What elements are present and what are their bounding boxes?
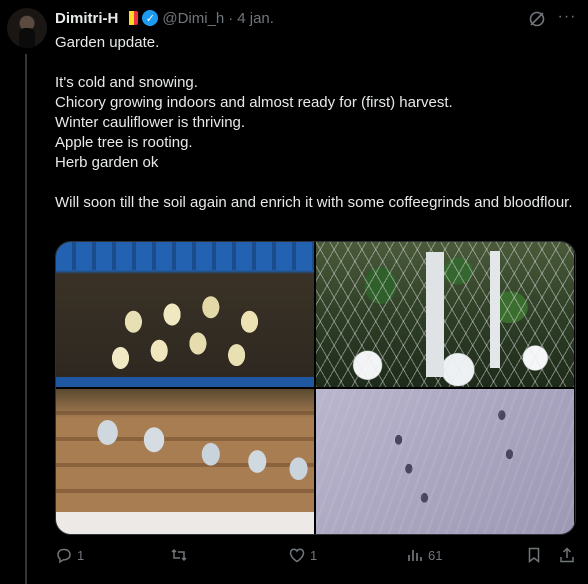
like-count: 1	[310, 547, 318, 563]
text-line: Apple tree is rooting.	[55, 134, 193, 151]
text-line: Garden update.	[55, 34, 160, 51]
like-button[interactable]: 1	[288, 543, 317, 567]
avatar[interactable]	[7, 8, 47, 48]
share-icon	[558, 546, 576, 564]
text-line: Winter cauliflower is thriving.	[55, 114, 246, 131]
heart-icon	[288, 546, 306, 564]
more-options-icon[interactable]: ···	[557, 8, 577, 28]
reply-button[interactable]: 1	[55, 543, 84, 567]
action-bar: 1 1 61	[55, 543, 580, 567]
share-button[interactable]	[558, 543, 576, 567]
photo-cauliflower-netting[interactable]	[316, 242, 574, 387]
media-grid	[55, 241, 576, 535]
views-chart-icon	[406, 546, 424, 564]
reply-count: 1	[77, 547, 85, 563]
verified-badge-icon[interactable]: ✓	[142, 10, 159, 26]
author-name[interactable]: Dimitri-H	[55, 10, 118, 27]
post-header: Dimitri-H ✓ @Dimi_h · 4 jan.	[55, 8, 274, 28]
grok-icon[interactable]	[528, 10, 546, 28]
text-line: It's cold and snowing.	[55, 74, 198, 91]
photo-herb-garden-pallet[interactable]	[56, 389, 314, 534]
repost-button[interactable]	[170, 543, 192, 567]
text-line: Chicory growing indoors and almost ready…	[55, 94, 453, 111]
text-line: Will soon till the soil again and enrich…	[55, 194, 573, 211]
author-handle[interactable]: @Dimi_h	[162, 10, 224, 27]
thread-line	[25, 54, 27, 584]
text-line: Herb garden ok	[55, 154, 159, 171]
views-button[interactable]: 61	[406, 543, 442, 567]
photo-chicory-crate[interactable]	[56, 242, 314, 387]
bookmark-icon	[525, 546, 543, 564]
views-count: 61	[428, 547, 443, 563]
photo-paw-prints-snow[interactable]	[316, 389, 574, 534]
separator-dot: ·	[228, 9, 234, 27]
post-date[interactable]: 4 jan.	[237, 10, 274, 27]
post-text: Garden update. It's cold and snowing. Ch…	[55, 33, 575, 213]
reply-icon	[55, 546, 73, 564]
bookmark-button[interactable]	[525, 543, 543, 567]
belgian-flag-icon	[124, 11, 139, 25]
repost-icon	[170, 546, 188, 564]
